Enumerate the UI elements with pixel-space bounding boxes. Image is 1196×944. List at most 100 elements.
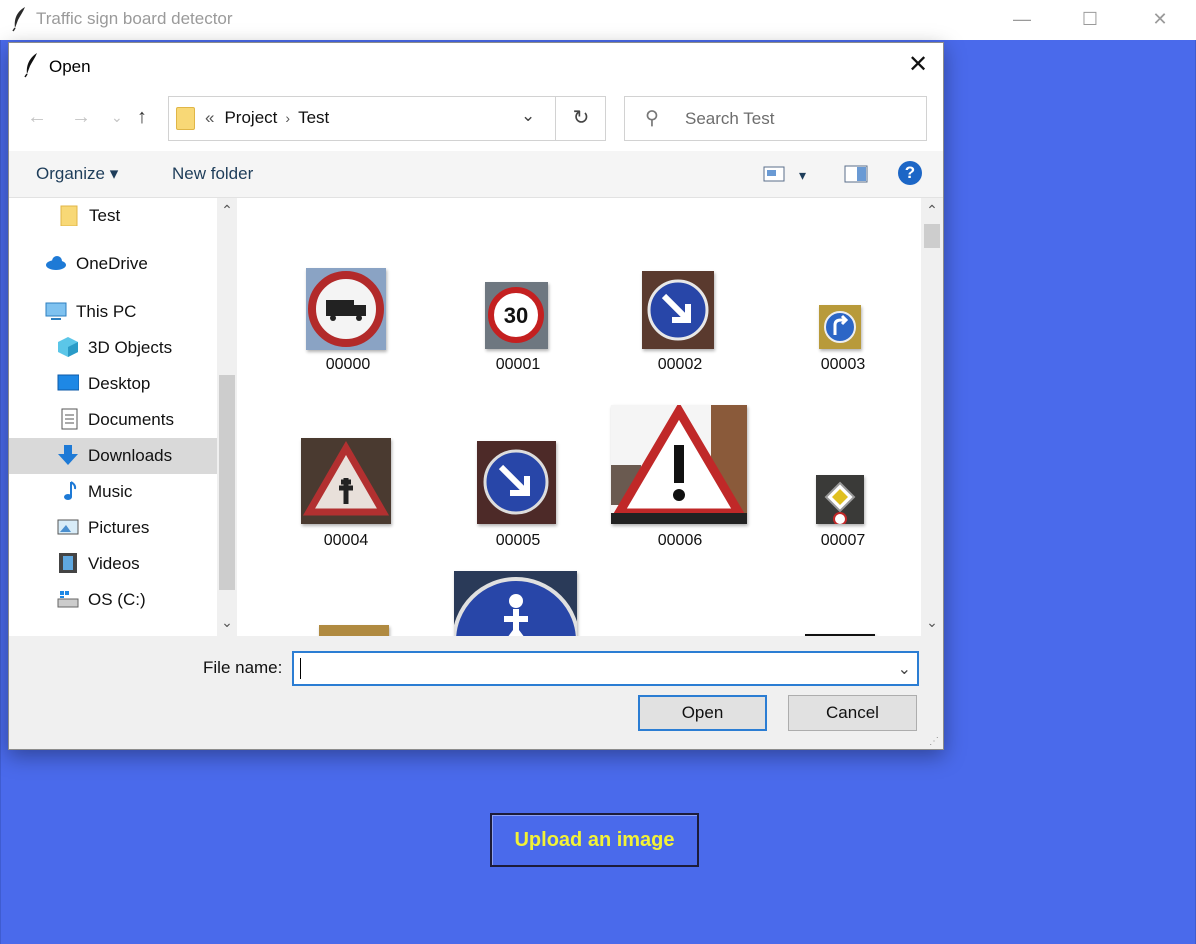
- nav-item-test[interactable]: Test: [9, 198, 217, 234]
- file-thumbnail[interactable]: [611, 405, 747, 524]
- up-arrow-icon[interactable]: ↑: [137, 106, 147, 129]
- file-thumbnail[interactable]: [319, 625, 389, 636]
- file-name-input[interactable]: ⌄: [292, 651, 919, 686]
- file-name[interactable]: 00005: [468, 532, 568, 550]
- dialog-close-button[interactable]: ✕: [901, 49, 935, 83]
- nav-item-documents[interactable]: Documents: [9, 402, 217, 438]
- nav-item-3d-objects[interactable]: 3D Objects: [9, 330, 217, 366]
- file-name[interactable]: 00004: [296, 532, 396, 550]
- nav-item-downloads[interactable]: Downloads: [9, 438, 217, 474]
- file-list: 00000 30 00001 00002 00003 00004 00005 0…: [245, 198, 943, 636]
- nav-item-videos[interactable]: Videos: [9, 546, 217, 582]
- nav-item-label: 3D Objects: [88, 338, 173, 357]
- scroll-up-icon[interactable]: ⌃: [217, 202, 237, 219]
- download-icon: [58, 445, 78, 465]
- text-caret: [300, 658, 301, 679]
- minimize-button[interactable]: —: [999, 0, 1045, 40]
- file-name[interactable]: 00007: [793, 532, 893, 550]
- open-button[interactable]: Open: [638, 695, 767, 731]
- file-name[interactable]: 00006: [630, 532, 730, 550]
- nav-item-onedrive[interactable]: OneDrive: [9, 246, 217, 282]
- cube-icon: [58, 337, 78, 357]
- speed-limit-30-image: 30: [488, 287, 544, 343]
- cancel-button[interactable]: Cancel: [788, 695, 917, 731]
- scrollbar-thumb[interactable]: [219, 375, 235, 590]
- drive-icon: [57, 591, 79, 608]
- preview-pane-icon[interactable]: [844, 165, 868, 183]
- feather-icon: [24, 53, 37, 78]
- chevron-down-icon[interactable]: ⌄: [898, 659, 911, 679]
- breadcrumb-test[interactable]: Test: [298, 108, 329, 127]
- computer-icon: [45, 302, 67, 320]
- chevron-down-icon[interactable]: ⌄: [521, 106, 535, 126]
- nav-item-desktop[interactable]: Desktop: [9, 366, 217, 402]
- nav-item-label: Documents: [88, 410, 174, 429]
- scroll-down-icon[interactable]: ⌄: [921, 614, 943, 631]
- pedestrian-sign-image: [454, 577, 577, 636]
- desktop-icon: [57, 374, 79, 391]
- scroll-up-icon[interactable]: ⌃: [921, 202, 943, 219]
- maximize-button[interactable]: ☐: [1067, 0, 1113, 40]
- navigation-bar: ← → ⌄ ↑ « Project › Test ⌄ ↻ ⚲ Search Test: [9, 89, 943, 151]
- search-placeholder: Search Test: [685, 109, 775, 128]
- nav-item-os-c[interactable]: OS (C:): [9, 582, 217, 618]
- upload-image-button[interactable]: Upload an image: [490, 813, 699, 867]
- command-toolbar: Organize ▾ New folder ▾ ?: [9, 151, 943, 198]
- nav-item-label: Desktop: [88, 374, 151, 393]
- pictures-icon: [57, 519, 79, 535]
- cloud-icon: [46, 256, 66, 270]
- videos-icon: [59, 553, 77, 573]
- navigation-pane: Test OneDrive This PC 3D Objects Desktop…: [9, 198, 245, 636]
- nav-item-this-pc[interactable]: This PC: [9, 294, 217, 330]
- file-thumbnail[interactable]: 30: [485, 282, 548, 349]
- new-folder-button[interactable]: New folder: [172, 164, 253, 184]
- nav-item-music[interactable]: Music: [9, 474, 217, 510]
- file-name[interactable]: 00002: [630, 356, 730, 374]
- warning-sign-image: [302, 441, 390, 516]
- file-scrollbar[interactable]: ⌃ ⌄: [921, 198, 943, 636]
- feather-icon: [12, 7, 25, 32]
- view-dropdown-icon[interactable]: ▾: [799, 167, 806, 184]
- file-thumbnail[interactable]: [819, 305, 861, 349]
- scroll-down-icon[interactable]: ⌄: [217, 614, 237, 631]
- search-input[interactable]: ⚲ Search Test: [624, 96, 927, 141]
- nav-item-label: Music: [88, 482, 133, 501]
- file-name[interactable]: 00000: [298, 356, 398, 374]
- priority-road-sign-image: [824, 481, 856, 524]
- close-button[interactable]: ✕: [1137, 0, 1183, 40]
- resize-grip-icon[interactable]: ⋰: [929, 736, 939, 747]
- address-bar[interactable]: « Project › Test ⌄ ↻: [168, 96, 606, 141]
- nav-scrollbar[interactable]: ⌃ ⌄: [217, 198, 237, 636]
- nav-item-label: Videos: [88, 554, 140, 573]
- file-thumbnail[interactable]: [306, 268, 386, 350]
- turn-sign-image: [824, 311, 856, 343]
- recent-locations-icon[interactable]: ⌄: [111, 109, 123, 126]
- scrollbar-thumb[interactable]: [924, 224, 940, 248]
- help-icon[interactable]: ?: [898, 161, 922, 185]
- back-arrow-icon[interactable]: ←: [27, 106, 47, 129]
- keep-right-sign-image: [483, 449, 549, 515]
- file-thumbnail[interactable]: [816, 475, 864, 524]
- nav-item-label: OneDrive: [76, 254, 148, 273]
- open-dialog: Open ✕ ← → ⌄ ↑ « Project › Test ⌄ ↻ ⚲ Searc…: [8, 42, 944, 750]
- view-icon[interactable]: [763, 166, 785, 182]
- refresh-icon[interactable]: ↻: [555, 97, 606, 140]
- file-thumbnail[interactable]: [301, 438, 391, 524]
- file-thumbnail[interactable]: [642, 271, 714, 349]
- music-icon: [64, 481, 77, 500]
- forward-arrow-icon[interactable]: →: [71, 106, 91, 129]
- app-title: Traffic sign board detector: [36, 9, 233, 28]
- breadcrumb: « Project › Test: [205, 108, 329, 128]
- file-thumbnail[interactable]: [477, 441, 556, 524]
- breadcrumb-project[interactable]: Project: [224, 108, 277, 127]
- file-name[interactable]: 00001: [468, 356, 568, 374]
- search-icon: ⚲: [645, 108, 659, 129]
- organize-menu[interactable]: Organize ▾: [36, 164, 118, 184]
- document-icon: [61, 408, 78, 430]
- file-thumbnail[interactable]: [454, 571, 577, 636]
- nav-item-pictures[interactable]: Pictures: [9, 510, 217, 546]
- no-trucks-sign-image: [308, 271, 384, 347]
- breadcrumb-separator: ›: [285, 110, 291, 126]
- breadcrumb-overflow[interactable]: «: [205, 108, 214, 127]
- file-name[interactable]: 00003: [793, 356, 893, 374]
